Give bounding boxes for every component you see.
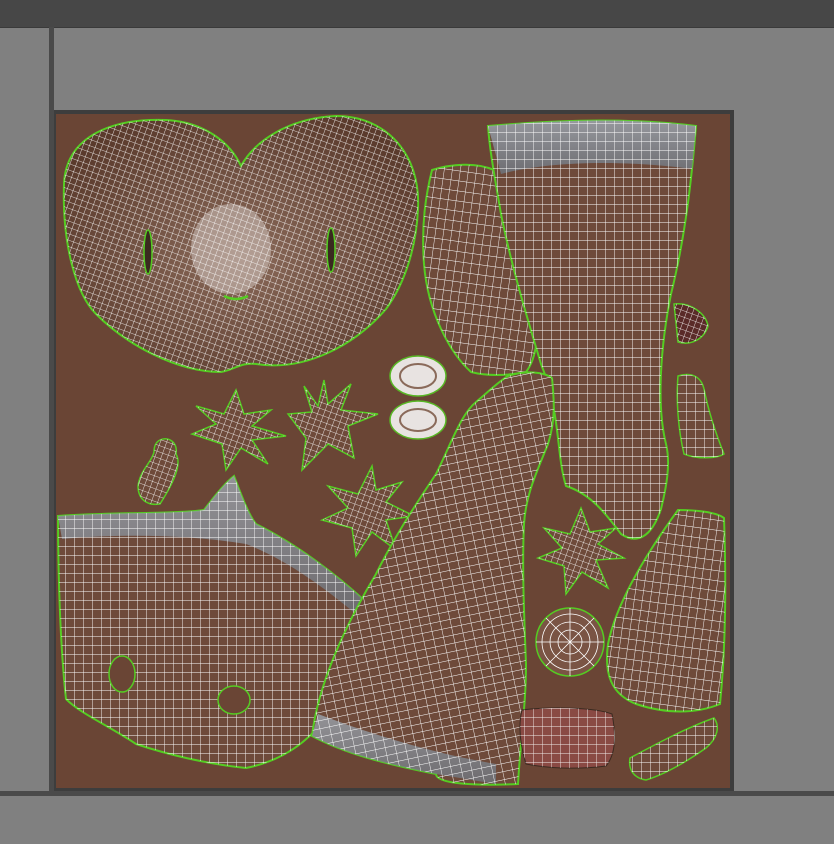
uv-layout-svg — [56, 114, 730, 788]
face-dense-region — [191, 204, 271, 294]
uv-island-sock[interactable] — [519, 707, 615, 769]
uv-island-disc[interactable] — [535, 607, 605, 677]
status-strip — [0, 796, 834, 844]
ear-hole-left — [143, 229, 153, 275]
torso-hole-right — [217, 685, 251, 715]
uv-island-eye-top[interactable] — [389, 355, 447, 397]
title-bar — [0, 0, 834, 28]
torso-hole-left — [108, 655, 136, 693]
uv-island-eye-bottom[interactable] — [389, 400, 447, 440]
uv-editor-canvas[interactable] — [56, 114, 730, 788]
ear-hole-right — [326, 227, 336, 273]
